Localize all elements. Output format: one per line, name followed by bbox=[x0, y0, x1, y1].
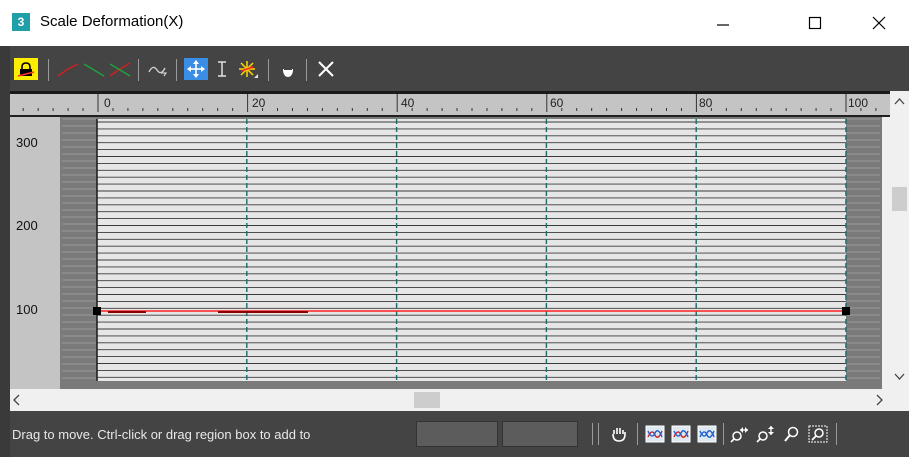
statusbar-separator bbox=[637, 423, 638, 445]
reset-curve-icon bbox=[318, 61, 334, 77]
control-point bbox=[842, 307, 850, 315]
display-y-axis-button[interactable] bbox=[82, 58, 106, 80]
control-point bbox=[93, 307, 101, 315]
display-x-axis-icon bbox=[57, 63, 79, 77]
window-left-edge bbox=[0, 46, 10, 457]
swap-deform-curves-button[interactable] bbox=[146, 58, 170, 80]
status-bar: Drag to move. Ctrl-click or drag region … bbox=[0, 411, 909, 457]
reset-curve-button[interactable] bbox=[314, 58, 338, 80]
insert-corner-point-button[interactable] bbox=[236, 58, 260, 80]
delete-control-point-button[interactable] bbox=[276, 58, 300, 80]
y-axis-label: 100 bbox=[16, 302, 38, 317]
scale-control-point-icon bbox=[218, 61, 226, 77]
zoom-horizontal-icon bbox=[730, 427, 748, 443]
ruler-label: 80 bbox=[699, 96, 713, 110]
zoom-button[interactable] bbox=[780, 423, 804, 445]
zoom-horizontal-extents-icon bbox=[671, 425, 691, 443]
display-y-axis-icon bbox=[83, 63, 105, 77]
make-symmetrical-icon bbox=[17, 62, 35, 77]
statusbar-separator bbox=[723, 423, 724, 445]
delete-control-point-icon bbox=[283, 63, 293, 77]
zoom-vertical-icon bbox=[756, 426, 774, 443]
zoom-extents-button[interactable] bbox=[643, 423, 667, 445]
statusbar-separator bbox=[836, 423, 837, 445]
insert-corner-point-icon bbox=[239, 61, 258, 78]
zoom-vertical-button[interactable] bbox=[754, 423, 778, 445]
status-message: Drag to move. Ctrl-click or drag region … bbox=[12, 427, 311, 442]
zoom-vertical-extents-icon bbox=[697, 425, 717, 443]
pan-hand-icon bbox=[612, 428, 626, 442]
horizontal-scroll-thumb[interactable] bbox=[414, 392, 440, 408]
active-range-area bbox=[97, 119, 846, 381]
app-icon: 3 bbox=[12, 13, 30, 31]
deformation-graph[interactable] bbox=[60, 117, 882, 389]
zoom-extents-icon bbox=[645, 425, 665, 443]
scroll-left-icon[interactable] bbox=[12, 394, 20, 406]
scroll-up-icon[interactable] bbox=[894, 97, 905, 105]
point-x-field[interactable] bbox=[416, 421, 498, 447]
ruler-label: 20 bbox=[252, 96, 266, 110]
move-control-point-icon bbox=[187, 60, 205, 78]
move-control-point-button[interactable] bbox=[184, 58, 208, 80]
ruler-label: 40 bbox=[401, 96, 415, 110]
maximize-icon bbox=[808, 16, 822, 30]
zoom-region-icon bbox=[808, 425, 828, 443]
graph-canvas[interactable] bbox=[60, 117, 882, 389]
display-x-axis-button[interactable] bbox=[56, 58, 80, 80]
zoom-icon bbox=[784, 426, 799, 442]
title-bar: 3 Scale Deformation(X) bbox=[0, 0, 909, 46]
toolbar bbox=[0, 46, 909, 91]
statusbar-separator bbox=[598, 423, 599, 445]
toolbar-separator bbox=[138, 59, 139, 81]
toolbar-separator bbox=[306, 59, 307, 81]
x-ruler[interactable]: 0 20 40 60 80 100 bbox=[10, 91, 898, 117]
window-title: Scale Deformation(X) bbox=[40, 13, 184, 30]
make-symmetrical-button[interactable] bbox=[14, 58, 38, 80]
point-y-field[interactable] bbox=[502, 421, 578, 447]
scroll-down-icon[interactable] bbox=[894, 373, 905, 381]
pan-button[interactable] bbox=[607, 423, 631, 445]
y-axis: 300 200 100 bbox=[10, 117, 60, 389]
zoom-horizontal-button[interactable] bbox=[728, 423, 752, 445]
ruler-ticks bbox=[22, 94, 877, 112]
vertical-scroll-thumb[interactable] bbox=[892, 187, 907, 211]
close-button[interactable] bbox=[856, 0, 902, 46]
vertical-scrollbar[interactable] bbox=[890, 91, 909, 389]
display-xy-axes-icon bbox=[109, 62, 131, 77]
y-axis-label: 300 bbox=[16, 135, 38, 150]
toolbar-separator bbox=[268, 59, 269, 81]
horizontal-scrollbar[interactable] bbox=[10, 389, 890, 411]
close-icon bbox=[872, 16, 886, 30]
swap-deform-curves-icon bbox=[148, 66, 168, 77]
maximize-button[interactable] bbox=[792, 0, 838, 46]
ruler-label: 60 bbox=[550, 96, 564, 110]
toolbar-separator bbox=[48, 59, 49, 81]
y-axis-label: 200 bbox=[16, 218, 38, 233]
ruler-label: 100 bbox=[848, 96, 869, 110]
minimize-button[interactable] bbox=[700, 0, 746, 46]
scale-control-point-button[interactable] bbox=[210, 58, 234, 80]
zoom-region-button[interactable] bbox=[806, 423, 830, 445]
scroll-right-icon[interactable] bbox=[876, 394, 884, 406]
toolbar-separator bbox=[176, 59, 177, 81]
display-xy-axes-button[interactable] bbox=[108, 58, 132, 80]
zoom-horizontal-extents-button[interactable] bbox=[669, 423, 693, 445]
ruler-label: 0 bbox=[104, 96, 111, 110]
zoom-vertical-extents-button[interactable] bbox=[695, 423, 719, 445]
statusbar-separator bbox=[592, 423, 593, 445]
minimize-icon bbox=[717, 24, 729, 26]
